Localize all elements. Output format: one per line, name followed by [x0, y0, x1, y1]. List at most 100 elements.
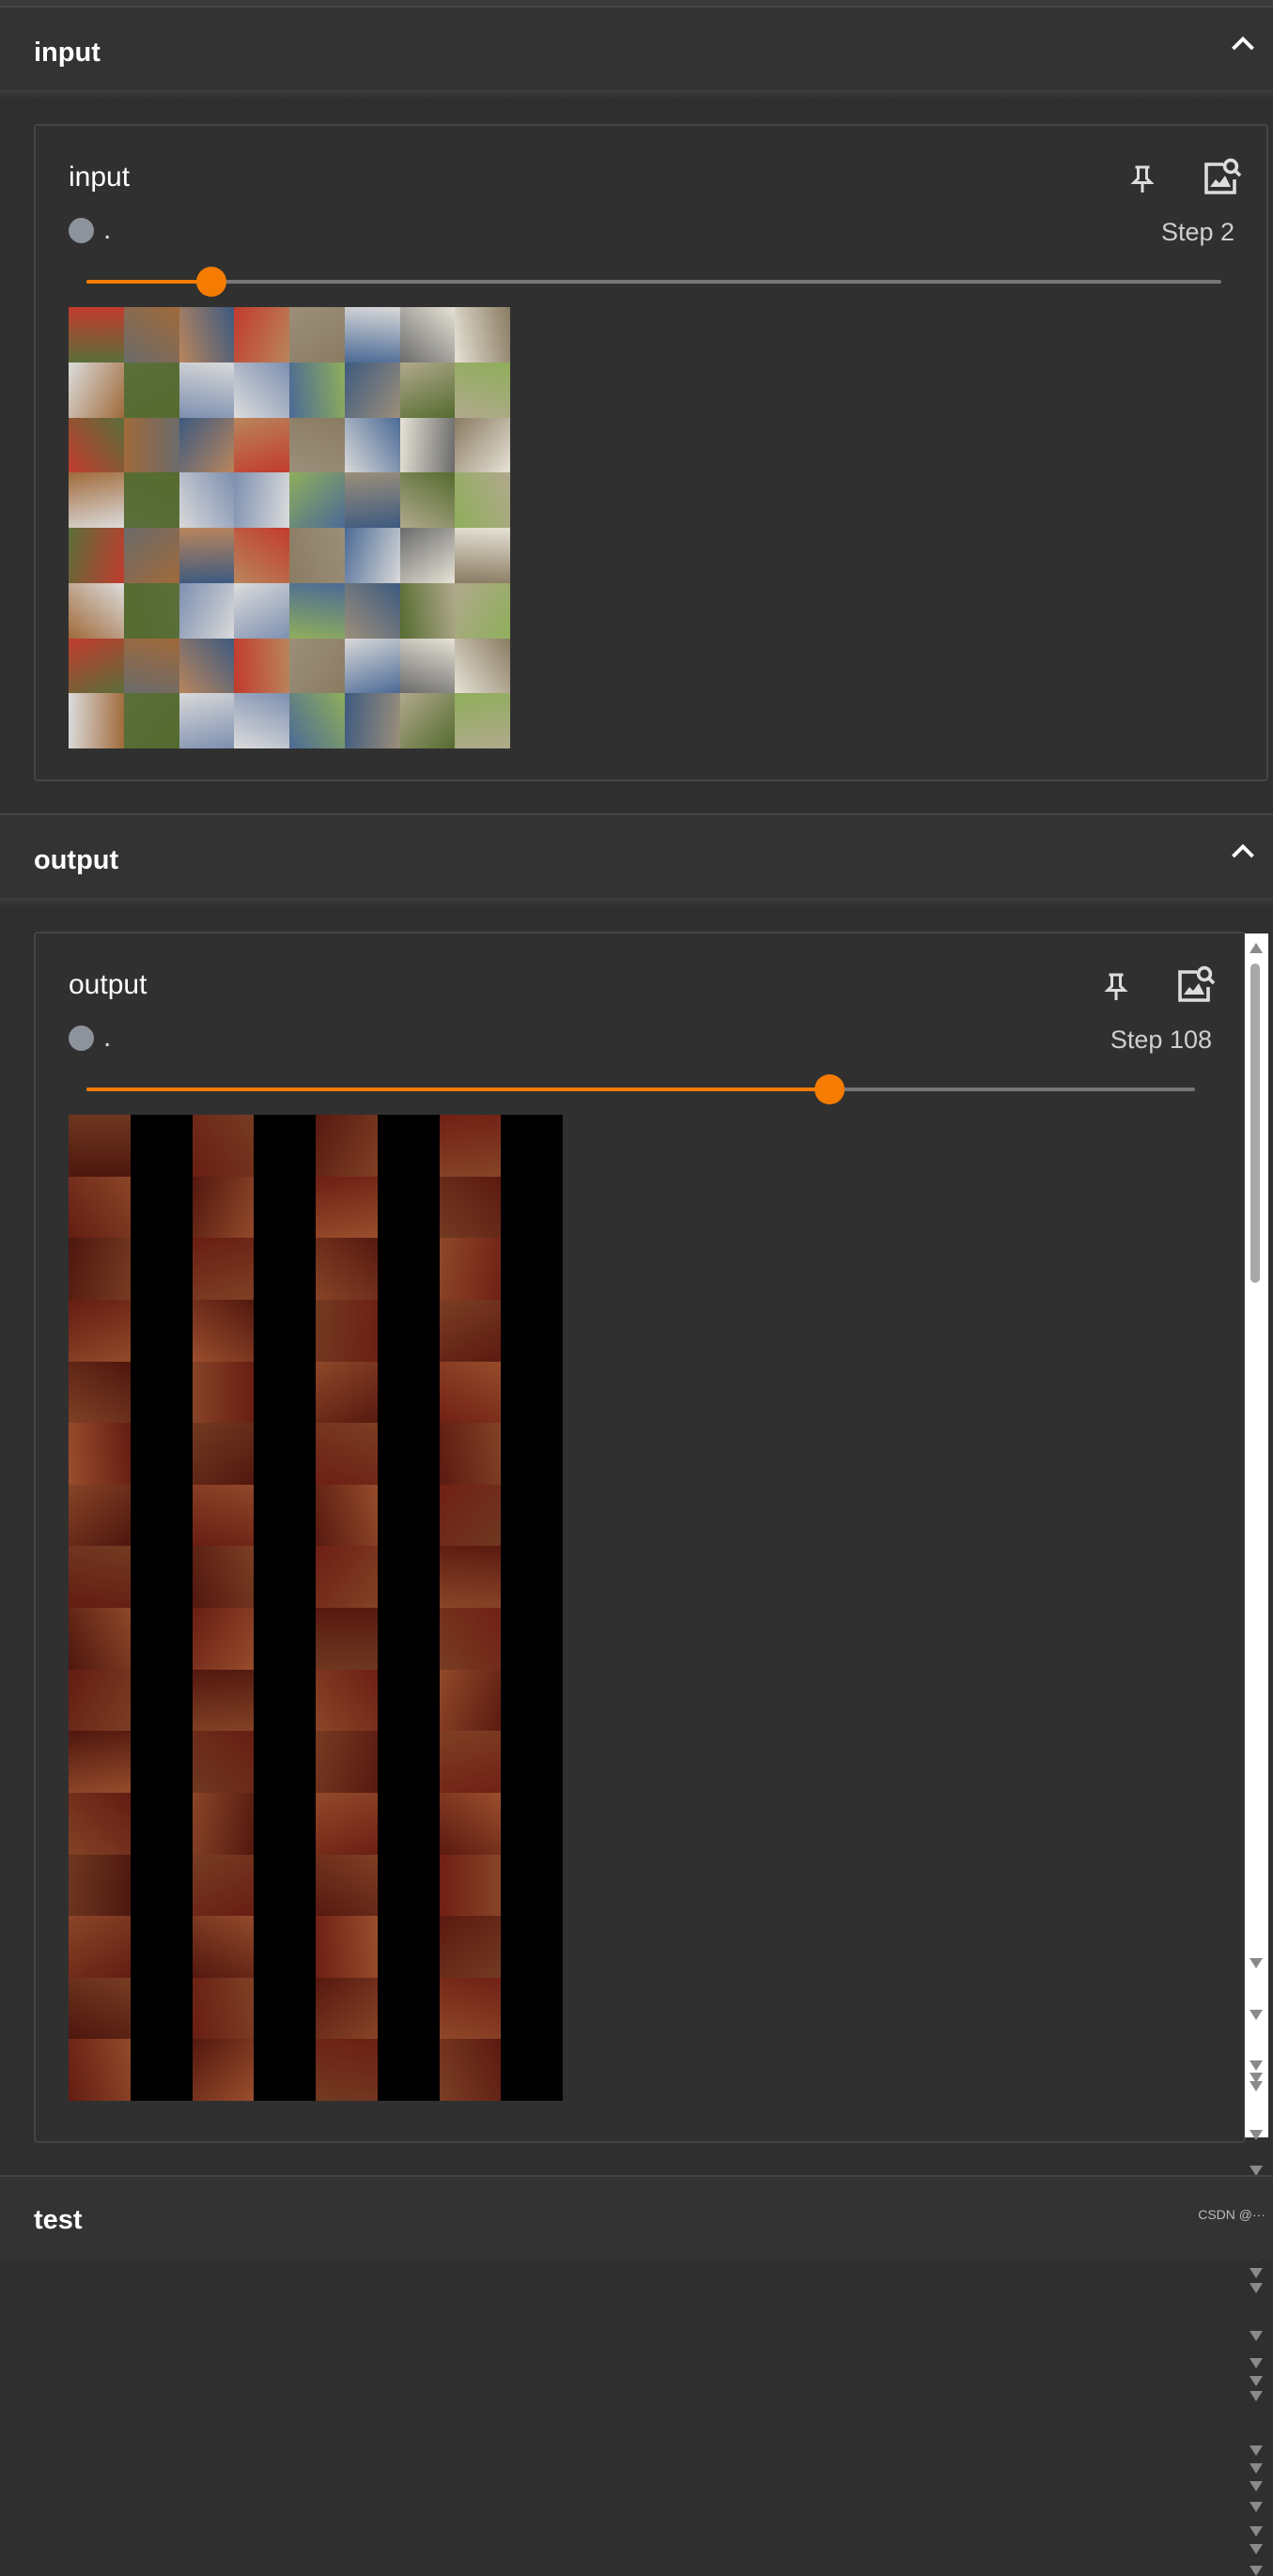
- pin-icon[interactable]: [1126, 160, 1159, 197]
- feature-map-tile: [316, 1299, 378, 1362]
- image-thumbnail: [179, 528, 235, 583]
- image-thumbnail: [69, 528, 124, 583]
- feature-map-tile: [254, 1423, 316, 1485]
- scroll-down-arrow[interactable]: [1250, 1958, 1263, 1969]
- scroll-down-arrow[interactable]: [1250, 2481, 1263, 2491]
- feature-map-tile: [501, 1731, 563, 1793]
- scroll-down-arrow[interactable]: [1250, 2282, 1263, 2293]
- image-thumbnail: [123, 417, 179, 473]
- feature-map-tile: [69, 1854, 131, 1917]
- feature-map-tile: [69, 1299, 131, 1362]
- group-header-output[interactable]: output: [0, 813, 1273, 898]
- feature-map-tile: [130, 1238, 193, 1300]
- step-slider[interactable]: [86, 267, 1221, 297]
- feature-map-tile: [130, 1669, 193, 1732]
- pin-icon[interactable]: [1099, 967, 1133, 1005]
- scroll-down-arrow[interactable]: [1250, 2445, 1263, 2456]
- image-thumbnail: [289, 638, 345, 694]
- feature-map-tile: [439, 1854, 502, 1917]
- feature-map-tile: [501, 1115, 563, 1177]
- image-thumbnail: [344, 417, 400, 473]
- image-thumbnail: [344, 472, 400, 528]
- feature-map-tile: [501, 2039, 563, 2101]
- scroll-down-arrow[interactable]: [1250, 2391, 1263, 2401]
- group-header-test[interactable]: test: [0, 2175, 1273, 2260]
- scroll-down-arrow[interactable]: [1250, 2502, 1263, 2513]
- scroll-down-arrow[interactable]: [1250, 2565, 1263, 2576]
- chevron-up-icon[interactable]: [1226, 834, 1260, 868]
- scroll-down-arrow[interactable]: [1250, 2462, 1263, 2474]
- feature-map-tile: [254, 1299, 316, 1362]
- image-search-icon[interactable]: [1172, 962, 1218, 1009]
- feature-map-tile: [69, 1361, 131, 1424]
- feature-map-tile: [377, 1484, 440, 1547]
- scroll-down-arrow[interactable]: [1250, 2267, 1263, 2278]
- feature-map-tile: [254, 1731, 316, 1793]
- feature-map-tile: [69, 1669, 131, 1732]
- group-header-input[interactable]: input: [0, 6, 1273, 90]
- slider-thumb[interactable]: [195, 267, 226, 297]
- image-thumbnail: [179, 693, 235, 748]
- feature-map-tile: [69, 1916, 131, 1978]
- feature-map-tile: [192, 1669, 255, 1732]
- feature-map-tile: [439, 1176, 502, 1239]
- scroll-down-arrow[interactable]: [1250, 2331, 1263, 2341]
- feature-map-tile: [192, 1299, 255, 1362]
- image-thumbnail: [455, 362, 510, 418]
- feature-map-tile: [130, 1792, 193, 1855]
- step-slider[interactable]: [86, 1074, 1195, 1104]
- feature-map-tile: [254, 1484, 316, 1547]
- feature-map-tile: [130, 2039, 193, 2101]
- image-thumbnail: [123, 693, 179, 748]
- feature-map-tile: [377, 1423, 440, 1485]
- image-thumbnail: [234, 307, 289, 362]
- image-thumbnail: [399, 582, 456, 639]
- image-thumbnail: [399, 638, 456, 694]
- scroll-down-arrow[interactable]: [1250, 2009, 1263, 2020]
- image-thumbnail: [344, 362, 400, 418]
- feature-map-tile: [439, 1792, 502, 1855]
- feature-map-tile: [254, 1608, 316, 1670]
- feature-map-tile: [439, 1608, 502, 1670]
- image-sample-grid[interactable]: [69, 1115, 563, 2101]
- scroll-down-arrow[interactable]: [1250, 2376, 1263, 2386]
- feature-map-tile: [254, 1115, 316, 1177]
- scroll-down-arrow[interactable]: [1250, 2526, 1263, 2537]
- image-thumbnail: [234, 528, 289, 583]
- feature-map-tile: [192, 1916, 255, 1978]
- image-thumbnail: [123, 638, 179, 694]
- feature-map-tile: [69, 1731, 131, 1793]
- scroll-down-arrow[interactable]: [1250, 2544, 1263, 2555]
- scroll-down-arrow[interactable]: [1250, 2357, 1263, 2368]
- feature-map-tile: [69, 1115, 131, 1177]
- scroll-down-arrow[interactable]: [1250, 2129, 1263, 2140]
- feature-map-tile: [501, 1423, 563, 1485]
- chevron-up-icon[interactable]: [1226, 26, 1260, 60]
- feature-map-tile: [192, 1731, 255, 1793]
- image-sample-grid[interactable]: [69, 307, 510, 748]
- image-thumbnail: [179, 472, 235, 528]
- feature-map-tile: [192, 1546, 255, 1608]
- scrollbar[interactable]: [1245, 933, 1268, 2576]
- feature-map-tile: [377, 2039, 440, 2101]
- feature-map-tile: [130, 1916, 193, 1978]
- feature-map-tile: [501, 1176, 563, 1239]
- image-thumbnail: [179, 307, 235, 362]
- feature-map-tile: [192, 1176, 255, 1239]
- feature-map-tile: [316, 1484, 378, 1547]
- feature-map-tile: [439, 1546, 502, 1608]
- feature-map-tile: [316, 1238, 378, 1300]
- feature-map-tile: [254, 2039, 316, 2101]
- scroll-up-arrow[interactable]: [1250, 943, 1263, 953]
- scroll-down-arrow[interactable]: [1250, 2081, 1263, 2092]
- image-thumbnail: [344, 582, 400, 639]
- feature-map-tile: [254, 1977, 316, 2040]
- image-search-icon[interactable]: [1199, 154, 1244, 201]
- slider-thumb[interactable]: [814, 1074, 845, 1104]
- scrollbar-thumb[interactable]: [1250, 964, 1260, 1283]
- feature-map-tile: [501, 1546, 563, 1608]
- image-thumbnail: [399, 528, 456, 583]
- feature-map-tile: [377, 1669, 440, 1732]
- scroll-down-arrow[interactable]: [1250, 2060, 1263, 2071]
- image-thumbnail: [123, 307, 179, 362]
